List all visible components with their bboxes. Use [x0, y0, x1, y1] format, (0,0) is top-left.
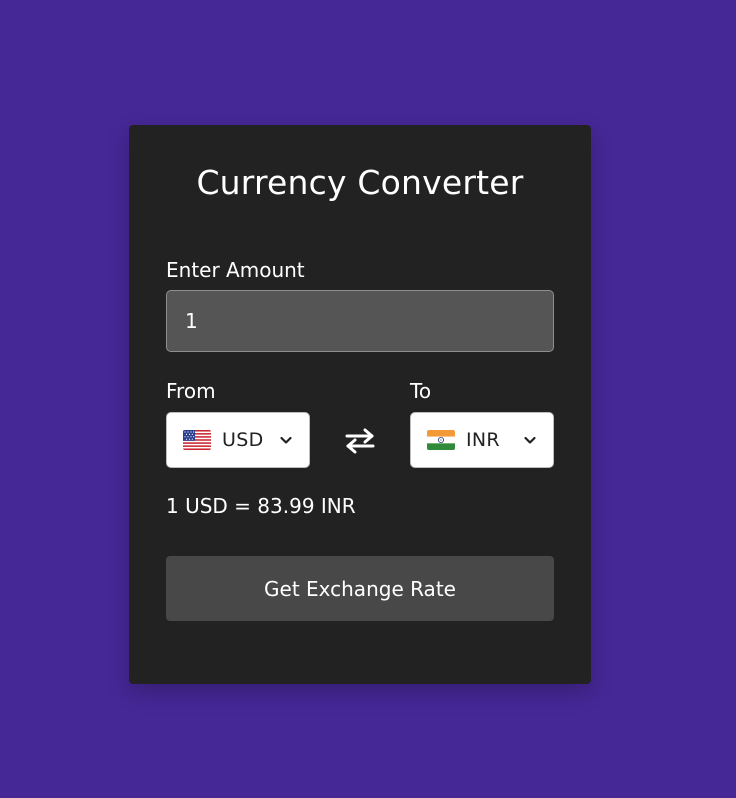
- from-currency-select[interactable]: USD: [166, 412, 310, 468]
- get-exchange-rate-button[interactable]: Get Exchange Rate: [166, 556, 554, 621]
- exchange-rate-result: 1 USD = 83.99 INR: [166, 494, 356, 518]
- amount-input[interactable]: [166, 290, 554, 352]
- to-currency-select[interactable]: INR: [410, 412, 554, 468]
- converter-card: Currency Converter Enter Amount From To …: [129, 125, 591, 684]
- chevron-down-icon: [524, 436, 536, 444]
- from-label: From: [166, 379, 216, 403]
- page-title: Currency Converter: [196, 163, 524, 202]
- india-flag-icon: [427, 430, 455, 450]
- chevron-down-icon: [280, 436, 292, 444]
- swap-arrows-icon[interactable]: [343, 426, 377, 456]
- amount-label: Enter Amount: [166, 258, 305, 282]
- to-label: To: [410, 379, 432, 403]
- us-flag-icon: [183, 430, 211, 450]
- from-currency-code: USD: [222, 429, 264, 451]
- to-currency-code: INR: [466, 429, 500, 451]
